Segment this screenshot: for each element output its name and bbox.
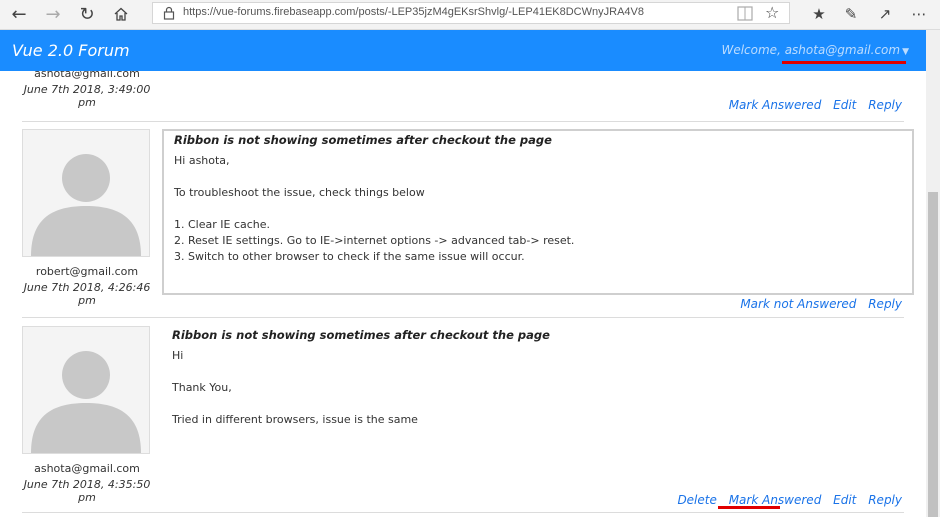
mark-answered-link[interactable]: Mark Answered bbox=[729, 98, 822, 112]
refresh-icon[interactable]: ↻ bbox=[74, 2, 100, 26]
post-divider bbox=[22, 121, 904, 122]
post-title: Ribbon is not showing sometimes after ch… bbox=[172, 328, 550, 342]
post-text: Hi Thank You, Tried in different browser… bbox=[172, 349, 418, 426]
post-divider bbox=[22, 317, 904, 318]
page-scrollbar[interactable] bbox=[926, 30, 940, 517]
highlight-underline-welcome bbox=[782, 61, 906, 64]
back-icon[interactable]: ← bbox=[6, 2, 32, 26]
delete-link[interactable]: Delete bbox=[677, 493, 716, 507]
forward-icon[interactable]: → bbox=[40, 2, 66, 26]
post-date: June 7th 2018, 4:35:50 pm bbox=[23, 478, 151, 504]
post-actions: Mark Answered Edit Reply bbox=[721, 98, 902, 112]
posts-list: ashota@gmail.com June 7th 2018, 3:49:00 … bbox=[0, 71, 926, 517]
more-icon[interactable]: ⋯ bbox=[906, 2, 932, 26]
browser-toolbar: ← → ↻ https://vue-forums.firebaseapp.com… bbox=[0, 0, 940, 30]
reply-link[interactable]: Reply bbox=[868, 297, 902, 311]
post-date: June 7th 2018, 4:26:46 pm bbox=[23, 281, 151, 307]
post-actions: Delete Mark Answered Edit Reply bbox=[669, 493, 902, 507]
mark-not-answered-link[interactable]: Mark not Answered bbox=[740, 297, 856, 311]
reply-link[interactable]: Reply bbox=[868, 493, 902, 507]
home-icon[interactable] bbox=[108, 2, 134, 26]
welcome-text: Welcome, ashota@gmail.com bbox=[721, 43, 901, 57]
scrollbar-thumb[interactable] bbox=[928, 192, 938, 517]
url-text: https://vue-forums.firebaseapp.com/posts… bbox=[183, 6, 644, 18]
share-icon[interactable]: ↗ bbox=[872, 2, 898, 26]
post-author: ashota@gmail.com bbox=[34, 71, 140, 80]
post-date: June 7th 2018, 3:49:00 pm bbox=[23, 83, 151, 109]
app-title[interactable]: Vue 2.0 Forum bbox=[12, 41, 130, 60]
pen-icon[interactable]: ✎ bbox=[838, 2, 864, 26]
edit-link[interactable]: Edit bbox=[833, 98, 856, 112]
post-divider bbox=[22, 512, 904, 513]
lock-icon bbox=[163, 6, 175, 20]
mark-answered-link[interactable]: Mark Answered bbox=[729, 493, 822, 507]
address-bar[interactable]: https://vue-forums.firebaseapp.com/posts… bbox=[152, 2, 790, 24]
post-actions: Mark not Answered Reply bbox=[732, 297, 902, 311]
caret-down-icon: ▼ bbox=[902, 47, 909, 57]
reading-view-icon[interactable] bbox=[737, 6, 753, 21]
favorite-star-icon[interactable]: ☆ bbox=[765, 3, 779, 22]
favorites-icon[interactable]: ★ bbox=[806, 2, 832, 26]
post-body: Ribbon is not showing sometimes after ch… bbox=[162, 129, 914, 295]
app-header: Vue 2.0 Forum Welcome, ashota@gmail.com ▼ bbox=[0, 30, 926, 71]
reply-link[interactable]: Reply bbox=[868, 98, 902, 112]
edit-link[interactable]: Edit bbox=[833, 493, 856, 507]
avatar bbox=[22, 129, 150, 257]
post-author: ashota@gmail.com bbox=[34, 462, 140, 475]
user-menu[interactable]: Welcome, ashota@gmail.com ▼ bbox=[721, 43, 909, 57]
post-author: robert@gmail.com bbox=[35, 265, 139, 278]
post-body: Ribbon is not showing sometimes after ch… bbox=[162, 326, 914, 446]
post-text: Hi ashota, To troubleshoot the issue, ch… bbox=[174, 154, 575, 263]
highlight-underline-delete bbox=[718, 506, 780, 509]
avatar bbox=[22, 326, 150, 454]
post-title: Ribbon is not showing sometimes after ch… bbox=[174, 133, 552, 147]
